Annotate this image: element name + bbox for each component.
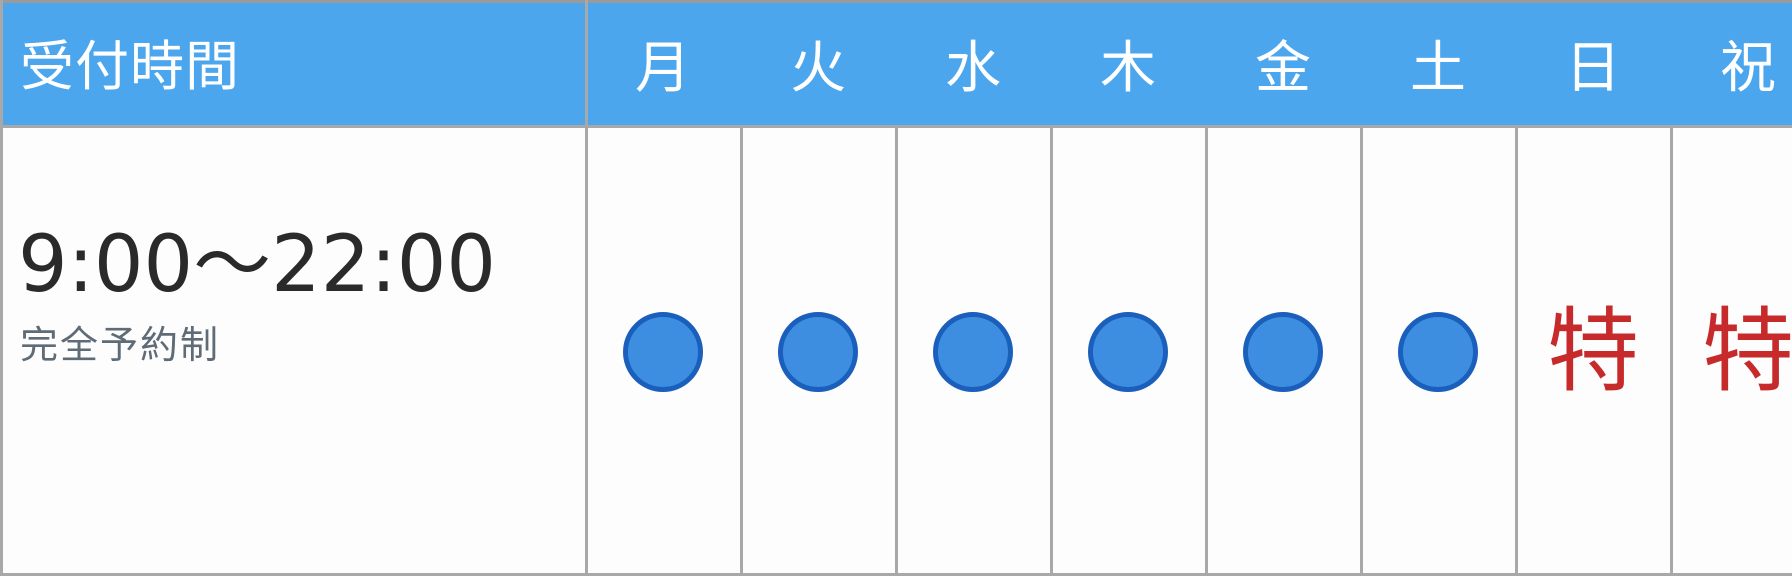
cell-fri: [1206, 128, 1360, 576]
day-header-holiday: 祝: [1720, 36, 1776, 101]
special-mark-holiday: 特: [1701, 298, 1792, 405]
column-divider: [1050, 126, 1053, 576]
header-row: 受付時間 月 火 水 木 金 土 日 祝: [0, 0, 1792, 128]
column-divider: [1205, 126, 1208, 576]
day-header-mon: 月: [635, 36, 691, 101]
label-column-divider: [585, 0, 588, 576]
time-range: 9:00〜22:00: [18, 220, 496, 310]
day-header-sun: 日: [1565, 36, 1621, 101]
open-circle-icon: [778, 312, 858, 392]
day-header-tue: 火: [790, 36, 846, 101]
cell-wed: [896, 128, 1050, 576]
cell-mon: [586, 128, 740, 576]
cell-tue: [741, 128, 895, 576]
column-divider: [740, 126, 743, 576]
day-header-thu: 木: [1100, 36, 1156, 101]
special-mark-sun: 特: [1546, 298, 1639, 405]
business-hours-table: 受付時間 月 火 水 木 金 土 日 祝 9:00〜22:00 完全予約制 特 …: [0, 0, 1792, 576]
open-circle-icon: [1088, 312, 1168, 392]
column-divider: [1515, 126, 1518, 576]
left-border: [0, 0, 3, 576]
reception-hours-label: 受付時間: [20, 35, 240, 98]
cell-thu: [1051, 128, 1205, 576]
day-header-wed: 水: [945, 36, 1001, 101]
open-circle-icon: [933, 312, 1013, 392]
open-circle-icon: [1398, 312, 1478, 392]
open-circle-icon: [1243, 312, 1323, 392]
day-header-sat: 土: [1410, 36, 1466, 101]
cell-sun: 特: [1516, 128, 1670, 576]
reservation-note: 完全予約制: [20, 323, 221, 367]
column-divider: [1360, 126, 1363, 576]
open-circle-icon: [623, 312, 703, 392]
cell-sat: [1361, 128, 1515, 576]
day-header-fri: 金: [1255, 36, 1311, 101]
cell-holiday: 特: [1671, 128, 1792, 576]
column-divider: [895, 126, 898, 576]
column-divider: [1670, 126, 1673, 576]
